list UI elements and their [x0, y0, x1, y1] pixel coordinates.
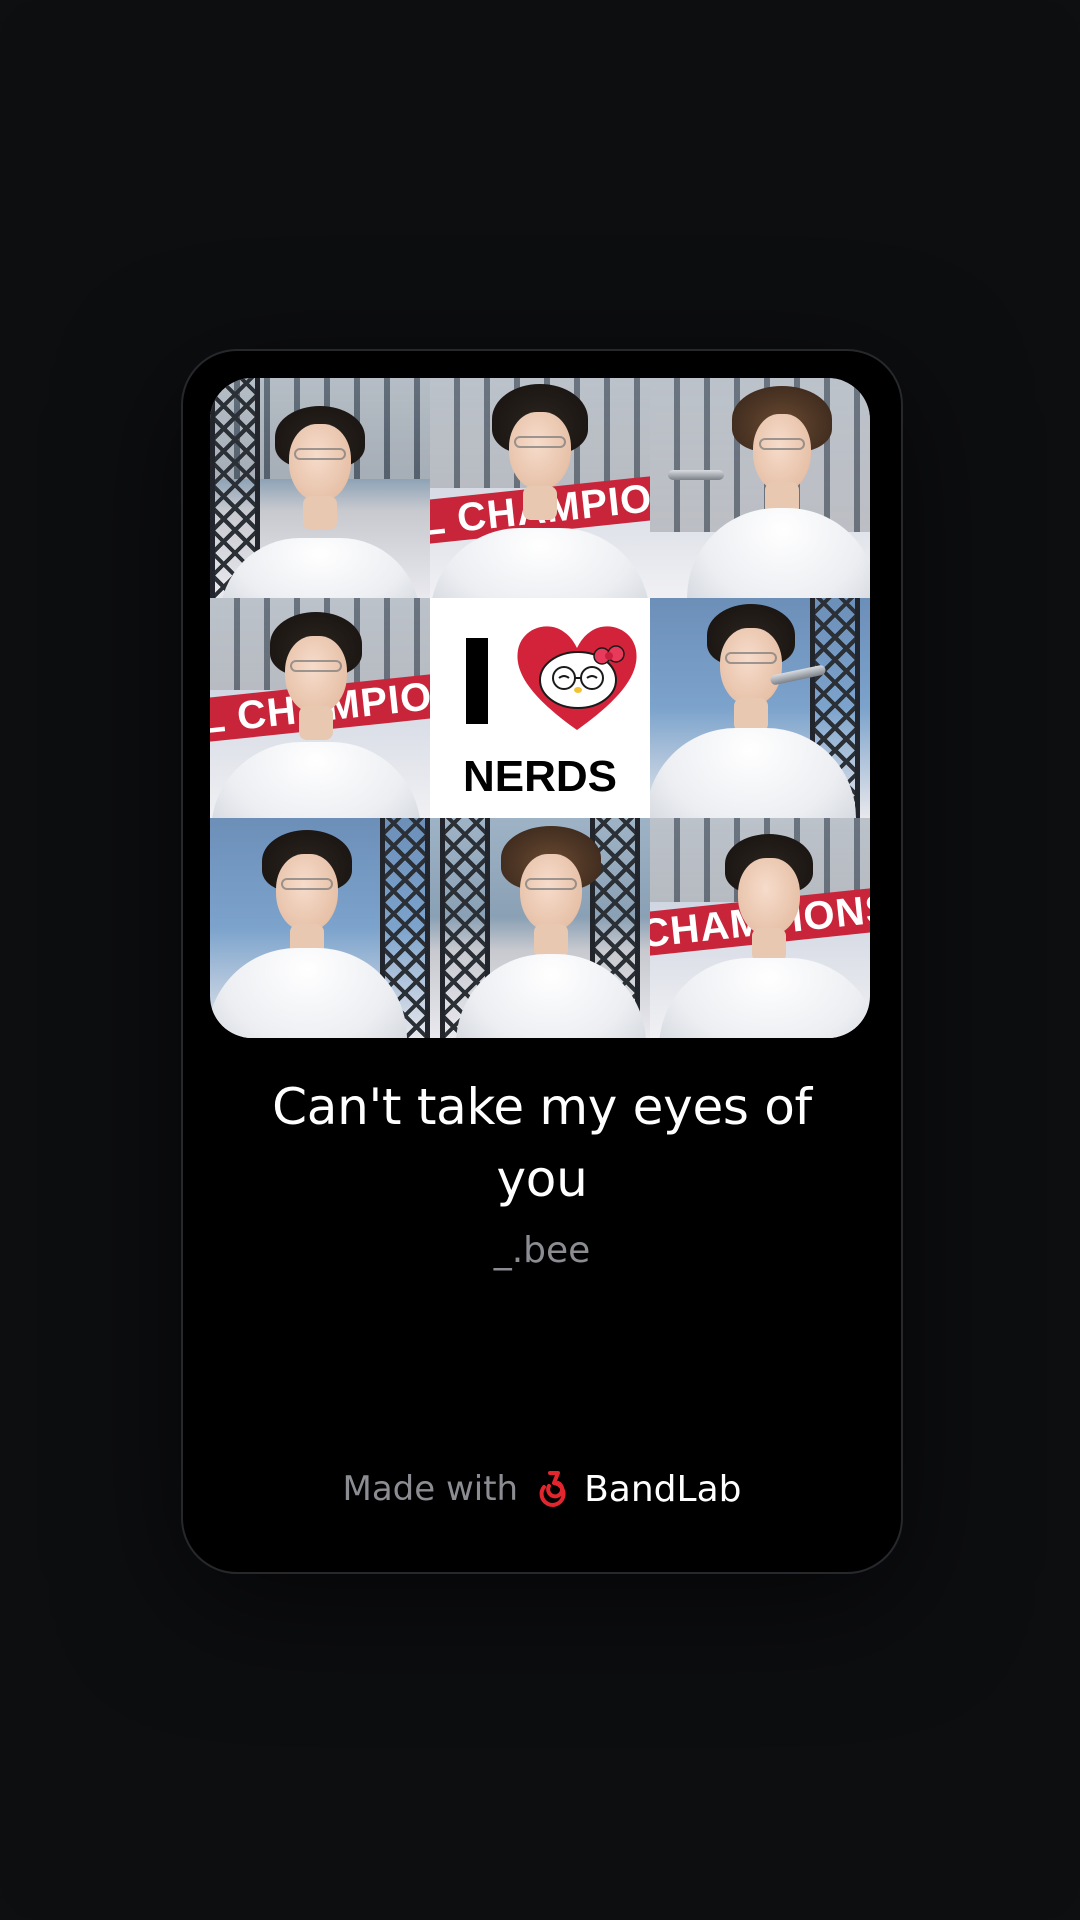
heart-icon	[517, 626, 637, 730]
track-title: Can't take my eyes of you	[272, 1078, 812, 1208]
artist-name[interactable]: _.bee	[183, 1229, 901, 1273]
bandlab-logo-icon	[539, 1471, 566, 1507]
artwork-photo-tile	[650, 378, 870, 598]
made-with-bandlab[interactable]: Made with BandLab	[183, 1464, 901, 1514]
i-love-nerds-graphic: NERDS	[430, 598, 650, 818]
bandlab-wordmark: BandLab	[584, 1468, 742, 1510]
artwork-photo-tile	[430, 818, 650, 1038]
artwork-photo-tile: CHAMPIONS	[650, 818, 870, 1038]
artwork-photo-tile	[650, 598, 870, 818]
artwork-photo-tile	[210, 818, 430, 1038]
nerds-caption: NERDS	[462, 752, 618, 801]
microphone	[668, 470, 724, 480]
cover-artwork: L CHAMPIO	[210, 378, 870, 1038]
made-with-label: Made with	[342, 1469, 519, 1509]
letter-i	[466, 638, 488, 724]
share-screen: L CHAMPIO	[0, 0, 1080, 1920]
track-card[interactable]: L CHAMPIO	[181, 349, 903, 1574]
bandlab-brand[interactable]: BandLab	[536, 1468, 742, 1510]
artwork-photo-tile	[210, 378, 430, 598]
artwork-photo-tile: L CHAMPION	[210, 598, 430, 818]
artwork-photo-tile: L CHAMPIO	[430, 378, 650, 598]
